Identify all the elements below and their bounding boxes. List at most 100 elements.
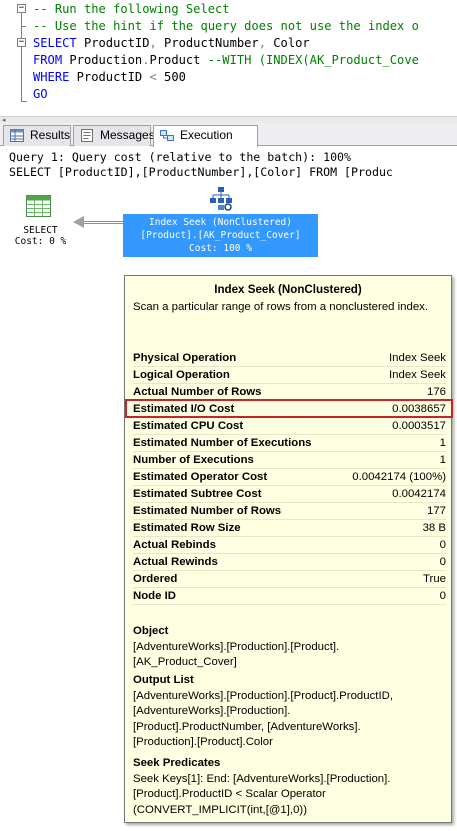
code-token: WHERE: [33, 70, 70, 84]
tooltip-property-row: Number of Executions 1: [133, 452, 446, 469]
property-value: 177: [426, 505, 446, 517]
property-name: Number of Executions: [133, 454, 254, 466]
property-name: Actual Rebinds: [133, 539, 216, 551]
execution-plan-icon: [160, 130, 174, 141]
code-token: Color: [266, 36, 310, 50]
tooltip-property-row: Physical Operation Index Seek: [133, 350, 446, 367]
tab-messages-label: Messages: [100, 128, 155, 142]
property-name: Actual Number of Rows: [133, 386, 262, 398]
property-name: Physical Operation: [133, 352, 237, 364]
index-seek-icon[interactable]: [207, 186, 235, 212]
tooltip-title: Index Seek (NonClustered): [214, 283, 362, 296]
property-value: True: [423, 573, 446, 585]
tooltip-description: Scan a particular range of rows from a n…: [133, 301, 429, 313]
property-name: Estimated Number of Rows: [133, 505, 282, 517]
property-name: Estimated Row Size: [133, 522, 241, 534]
property-value: 176: [426, 386, 446, 398]
code-line-6[interactable]: GO: [33, 86, 48, 103]
property-value: 0: [439, 539, 446, 551]
tooltip-property-row: Estimated Subtree Cost 0.0042174: [133, 486, 446, 503]
tooltip-object-section: Object [AdventureWorks].[Production].[Pr…: [133, 624, 448, 671]
property-value: 0: [439, 590, 446, 602]
tooltip-property-row: Estimated I/O Cost 0.0038657: [133, 401, 446, 418]
property-name: Estimated Number of Executions: [133, 437, 312, 449]
property-name: Ordered: [133, 573, 178, 585]
object-line: [AK_Product_Cover]: [133, 656, 237, 668]
property-value: 38 B: [422, 522, 446, 534]
code-token: <: [149, 70, 157, 84]
code-line-4[interactable]: FROM Production.Product --WITH (INDEX(AK…: [33, 52, 419, 69]
tooltip-property-row: Estimated Number of Executions 1: [133, 435, 446, 452]
output-list-heading: Output List: [133, 674, 194, 686]
seek-predicates-heading: Seek Predicates: [133, 757, 221, 769]
index-seek-node[interactable]: Index Seek (NonClustered) [Product].[AK_P…: [123, 214, 318, 257]
property-value: 1: [439, 437, 446, 449]
property-name: Estimated Operator Cost: [133, 471, 268, 483]
tooltip-property-row: Actual Rebinds 0: [133, 537, 446, 554]
property-name: Estimated I/O Cost: [133, 403, 235, 415]
code-token: .: [142, 53, 150, 67]
object-heading: Object: [133, 625, 169, 637]
tooltip-property-row: Estimated CPU Cost 0.0003517: [133, 418, 446, 435]
messages-icon: [81, 129, 93, 142]
code-token: Product: [149, 53, 208, 67]
object-line: [AdventureWorks].[Production].[Product].: [133, 640, 340, 653]
seek-predicates-line: [Product].ProductID < Scalar Operator: [133, 788, 326, 800]
code-line-5[interactable]: WHERE ProductID < 500: [33, 69, 186, 86]
query-cost-line: Query 1: Query cost (relative to the bat…: [9, 150, 352, 164]
property-name: Logical Operation: [133, 369, 230, 381]
property-value: 0.0003517: [392, 420, 446, 432]
index-seek-node-object: [Product].[AK_Product_Cover]: [140, 230, 301, 241]
tooltip-property-row: Estimated Row Size 38 B: [133, 520, 446, 537]
tooltip-property-row: Logical Operation Index Seek: [133, 367, 446, 384]
property-value: Index Seek: [389, 369, 446, 381]
code-token: SELECT: [33, 36, 77, 50]
outline-tick: [21, 26, 26, 27]
property-name: Estimated CPU Cost: [133, 420, 244, 432]
code-token: -- Run the following Select: [33, 2, 230, 16]
property-name: Estimated Subtree Cost: [133, 488, 262, 500]
code-token: Production: [62, 53, 143, 67]
operator-tooltip: Index Seek (NonClustered) Scan a particu…: [124, 275, 453, 823]
outline-line: [21, 10, 22, 102]
property-value: 0: [439, 556, 446, 568]
code-token: FROM: [33, 53, 63, 67]
query-text-line: SELECT [ProductID],[ProductNumber],[Colo…: [9, 165, 393, 179]
horizontal-scrollbar[interactable]: ◂: [0, 116, 457, 124]
code-line-2[interactable]: -- Use the hint if the query does not us…: [33, 18, 419, 35]
tooltip-property-row: Estimated Number of Rows 177: [133, 503, 446, 520]
property-name: Actual Rewinds: [133, 556, 218, 568]
select-node-label[interactable]: SELECT Cost: 0 %: [8, 225, 73, 247]
code-line-1[interactable]: -- Run the following Select: [33, 1, 230, 18]
tooltip-properties-table: Physical Operation Index Seek Logical Oper…: [133, 350, 446, 605]
property-value: 0.0042174 (100%): [352, 471, 446, 483]
code-token: ProductNumber: [156, 36, 259, 50]
tab-results-label: Results: [30, 128, 71, 142]
output-list-line: [Production].[Product].Color: [133, 736, 273, 748]
collapse-statement-icon[interactable]: −: [17, 38, 26, 47]
sql-editor[interactable]: − − -- Run the following Select -- Use t…: [0, 0, 457, 116]
tab-execution-plan[interactable]: Execution plan: [153, 125, 258, 161]
property-value: Index Seek: [389, 352, 446, 364]
property-value: 0.0042174: [392, 488, 446, 500]
output-list-line: [AdventureWorks].[Production].: [133, 705, 291, 717]
tooltip-seek-predicates-section: Seek Predicates Seek Keys[1]: End: [Adve…: [133, 756, 448, 818]
output-list-line: [Product].ProductNumber, [AdventureWorks…: [133, 720, 361, 733]
tooltip-property-row: Node ID 0: [133, 588, 446, 605]
select-operator-icon[interactable]: [26, 195, 51, 217]
tab-messages[interactable]: Messages: [73, 125, 155, 146]
tab-results[interactable]: Results: [3, 125, 71, 146]
tooltip-property-row: Actual Number of Rows 176: [133, 384, 446, 401]
index-seek-node-name: Index Seek (NonClustered): [149, 217, 292, 228]
code-token: -- Use the hint if the query does not us…: [33, 19, 419, 33]
code-token: ,: [149, 36, 157, 50]
data-flow-arrow-head: [73, 216, 84, 228]
seek-predicates-line: Seek Keys[1]: End: [AdventureWorks].[Pro…: [133, 772, 391, 785]
code-line-3[interactable]: SELECT ProductID, ProductNumber, Color: [33, 35, 310, 52]
index-seek-node-cost: Cost: 100 %: [189, 243, 252, 254]
select-node-name: SELECT: [23, 225, 58, 236]
select-node-cost: Cost: 0 %: [14, 236, 67, 247]
collapse-comment-icon[interactable]: −: [17, 4, 26, 13]
property-value: 1: [439, 454, 446, 466]
output-list-line: [AdventureWorks].[Production].[Product].…: [133, 689, 393, 702]
